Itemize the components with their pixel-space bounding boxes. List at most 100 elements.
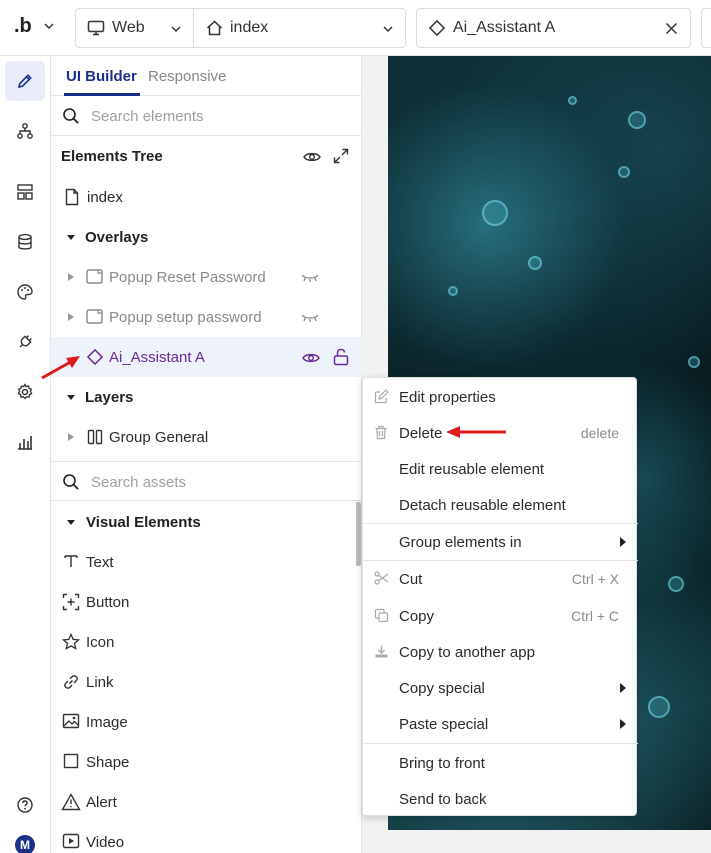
bubble-shape xyxy=(688,356,700,368)
builder-panel: UI Builder Responsive Search elements El… xyxy=(51,56,362,853)
caret-down-icon[interactable] xyxy=(66,392,76,402)
tree-group-overlays[interactable]: Overlays xyxy=(51,217,362,257)
panel-scrollbar[interactable] xyxy=(356,502,361,566)
data-tool-button[interactable] xyxy=(5,222,45,262)
search-assets-input[interactable]: Search assets xyxy=(91,474,186,491)
chevron-down-icon[interactable] xyxy=(44,21,54,31)
image-icon xyxy=(62,713,80,729)
tree-group-label: Layers xyxy=(85,389,134,406)
tree-item-popup-setup-password[interactable]: Popup setup password xyxy=(51,297,362,337)
eye-closed-icon[interactable] xyxy=(301,313,319,323)
group-icon xyxy=(87,429,103,445)
tree-item-ai-assistant[interactable]: Ai_Assistant A xyxy=(51,337,362,377)
asset-button[interactable]: Button xyxy=(51,582,362,622)
home-icon xyxy=(206,20,223,36)
menu-item-detach-reusable-element[interactable]: Detach reusable element xyxy=(363,487,638,523)
eye-closed-icon[interactable] xyxy=(301,273,319,283)
layout-tool-button[interactable] xyxy=(5,172,45,212)
close-icon[interactable] xyxy=(665,22,678,35)
caret-right-icon[interactable] xyxy=(67,432,75,442)
tab-ui-builder[interactable]: UI Builder xyxy=(66,68,137,85)
asset-video[interactable]: Video xyxy=(51,822,362,853)
button-icon xyxy=(62,593,80,611)
asset-text[interactable]: Text xyxy=(51,542,362,582)
asset-image[interactable]: Image xyxy=(51,702,362,742)
design-tool-button[interactable] xyxy=(5,61,45,101)
help-button[interactable] xyxy=(5,785,45,825)
menu-item-label: Delete xyxy=(399,425,443,442)
page-icon xyxy=(64,188,80,206)
menu-item-shortcut: Ctrl + C xyxy=(571,608,619,624)
menu-item-copy[interactable]: Copy Ctrl + C xyxy=(363,598,638,634)
bubble-shape xyxy=(568,96,577,105)
edit-icon xyxy=(374,389,389,404)
panel-tabs: UI Builder Responsive xyxy=(51,56,362,96)
settings-tool-button[interactable] xyxy=(5,372,45,412)
asset-link[interactable]: Link xyxy=(51,662,362,702)
tab-responsive[interactable]: Responsive xyxy=(148,68,226,85)
menu-item-paste-special[interactable]: Paste special xyxy=(363,706,638,742)
caret-down-icon[interactable] xyxy=(66,517,76,527)
asset-alert[interactable]: Alert xyxy=(51,782,362,822)
menu-item-label: Paste special xyxy=(399,716,489,733)
expand-icon[interactable] xyxy=(333,148,349,164)
menu-item-copy-special[interactable]: Copy special xyxy=(363,670,638,706)
menu-item-send-to-back[interactable]: Send to back xyxy=(363,781,638,817)
menu-item-shortcut: Ctrl + X xyxy=(571,571,619,587)
monitor-icon xyxy=(87,20,105,36)
tree-item-group-general[interactable]: Group General xyxy=(51,417,362,457)
eye-icon[interactable] xyxy=(302,351,320,365)
workflow-tool-button[interactable] xyxy=(5,111,45,151)
styles-tool-button[interactable] xyxy=(5,272,45,312)
tree-item-label: Group General xyxy=(109,429,209,446)
asset-label: Text xyxy=(86,554,114,571)
tree-item-index[interactable]: index xyxy=(51,177,362,217)
tree-group-label: Overlays xyxy=(85,229,149,246)
menu-item-bring-to-front[interactable]: Bring to front xyxy=(363,745,638,781)
analytics-tool-button[interactable] xyxy=(5,422,45,462)
asset-icon[interactable]: Icon xyxy=(51,622,362,662)
tree-item-label: Popup setup password xyxy=(109,309,262,326)
bubble-shape xyxy=(618,166,630,178)
asset-shape[interactable]: Shape xyxy=(51,742,362,782)
elements-tree-title: Elements Tree xyxy=(61,148,163,165)
caret-right-icon[interactable] xyxy=(67,272,75,282)
menu-item-edit-reusable-element[interactable]: Edit reusable element xyxy=(363,451,638,487)
top-bar: .b Web index Ai_Assistant A xyxy=(0,0,711,56)
search-assets-bar: Search assets xyxy=(51,461,362,501)
menu-item-cut[interactable]: Cut Ctrl + X xyxy=(363,561,638,597)
annotation-arrow-delete xyxy=(446,426,506,438)
app-logo[interactable]: .b xyxy=(14,15,32,38)
asset-label: Button xyxy=(86,594,130,611)
tree-group-layers[interactable]: Layers xyxy=(51,377,362,417)
search-elements-input[interactable]: Search elements xyxy=(91,108,204,125)
square-icon xyxy=(63,753,79,769)
eye-icon[interactable] xyxy=(303,150,321,164)
visual-elements-header[interactable]: Visual Elements xyxy=(51,502,362,542)
unlock-icon[interactable] xyxy=(333,348,349,366)
element-selector[interactable]: Ai_Assistant A xyxy=(416,8,691,48)
menu-item-copy-to-another-app[interactable]: Copy to another app xyxy=(363,634,638,670)
chevron-down-icon xyxy=(383,24,393,34)
submenu-arrow-icon xyxy=(620,537,626,547)
menu-item-edit-properties[interactable]: Edit properties xyxy=(363,379,638,415)
bubble-shape xyxy=(628,111,646,129)
toolbar-overflow-button[interactable] xyxy=(701,8,711,48)
caret-down-icon[interactable] xyxy=(66,232,76,242)
page-label: index xyxy=(230,19,269,36)
platform-selector[interactable]: Web xyxy=(75,8,194,48)
caret-right-icon[interactable] xyxy=(67,312,75,322)
submenu-arrow-icon xyxy=(620,719,626,729)
menu-divider xyxy=(363,743,638,744)
annotation-arrow-element xyxy=(41,356,80,380)
menu-item-label: Edit reusable element xyxy=(399,461,545,478)
bubble-shape xyxy=(668,576,684,592)
avatar[interactable]: M xyxy=(15,835,35,853)
page-selector[interactable]: index xyxy=(194,8,406,48)
menu-item-label: Bring to front xyxy=(399,755,485,772)
warning-icon xyxy=(61,793,81,811)
tree-item-popup-reset-password[interactable]: Popup Reset Password xyxy=(51,257,362,297)
menu-item-group-elements-in[interactable]: Group elements in xyxy=(363,524,638,560)
asset-label: Icon xyxy=(86,634,115,651)
plugins-tool-button[interactable] xyxy=(5,322,45,362)
